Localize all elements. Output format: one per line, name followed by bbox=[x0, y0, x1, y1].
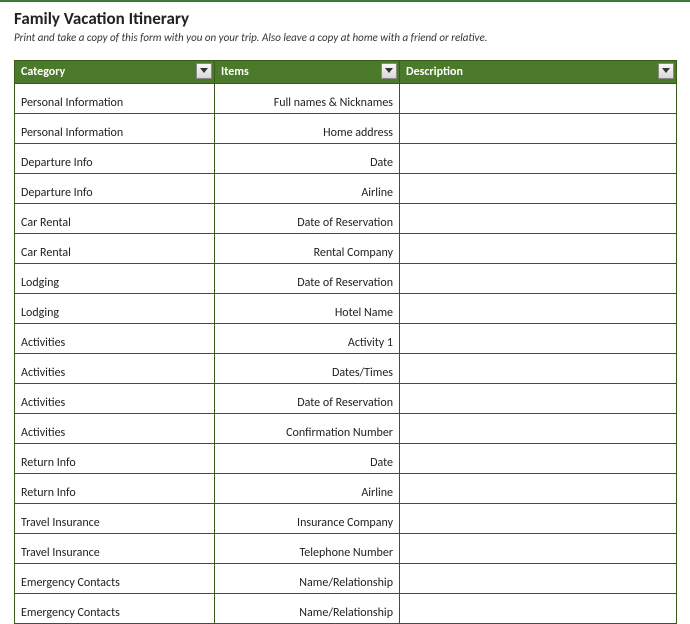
table-row: Car RentalDate of Reservation bbox=[15, 204, 677, 234]
header-description-label: Description bbox=[406, 65, 463, 79]
cell-description[interactable] bbox=[400, 144, 677, 174]
header-items: Items bbox=[215, 61, 400, 84]
cell-items[interactable]: Airline bbox=[215, 474, 400, 504]
cell-category[interactable]: Lodging bbox=[15, 264, 215, 294]
cell-description[interactable] bbox=[400, 204, 677, 234]
table-row: Car RentalRental Company bbox=[15, 234, 677, 264]
header-category: Category bbox=[15, 61, 215, 84]
document-container: Family Vacation Itinerary Print and take… bbox=[0, 2, 690, 624]
filter-button-category[interactable] bbox=[196, 63, 212, 79]
itinerary-table: Category Items Description bbox=[14, 60, 677, 624]
cell-items[interactable]: Date of Reservation bbox=[215, 264, 400, 294]
cell-description[interactable] bbox=[400, 564, 677, 594]
cell-items[interactable]: Date of Reservation bbox=[215, 204, 400, 234]
cell-items[interactable]: Activity 1 bbox=[215, 324, 400, 354]
table-row: ActivitiesDates/Times bbox=[15, 354, 677, 384]
cell-description[interactable] bbox=[400, 234, 677, 264]
table-row: Emergency ContactsName/Relationship bbox=[15, 564, 677, 594]
header-category-label: Category bbox=[21, 65, 65, 79]
cell-category[interactable]: Car Rental bbox=[15, 204, 215, 234]
table-row: Travel InsuranceInsurance Company bbox=[15, 504, 677, 534]
filter-button-items[interactable] bbox=[381, 63, 397, 79]
cell-items[interactable]: Confirmation Number bbox=[215, 414, 400, 444]
header-items-label: Items bbox=[221, 65, 249, 79]
cell-category[interactable]: Departure Info bbox=[15, 174, 215, 204]
cell-items[interactable]: Date bbox=[215, 444, 400, 474]
cell-items[interactable]: Dates/Times bbox=[215, 354, 400, 384]
chevron-down-icon bbox=[385, 68, 393, 74]
cell-items[interactable]: Rental Company bbox=[215, 234, 400, 264]
cell-description[interactable] bbox=[400, 84, 677, 114]
table-row: Departure InfoAirline bbox=[15, 174, 677, 204]
page-title: Family Vacation Itinerary bbox=[14, 8, 676, 29]
table-header-row: Category Items Description bbox=[15, 61, 677, 84]
table-row: ActivitiesConfirmation Number bbox=[15, 414, 677, 444]
cell-items[interactable]: Insurance Company bbox=[215, 504, 400, 534]
cell-description[interactable] bbox=[400, 594, 677, 624]
cell-category[interactable]: Travel Insurance bbox=[15, 534, 215, 564]
cell-items[interactable]: Full names & Nicknames bbox=[215, 84, 400, 114]
table-row: ActivitiesActivity 1 bbox=[15, 324, 677, 354]
cell-category[interactable]: Personal Information bbox=[15, 84, 215, 114]
cell-category[interactable]: Travel Insurance bbox=[15, 504, 215, 534]
cell-items[interactable]: Hotel Name bbox=[215, 294, 400, 324]
cell-category[interactable]: Emergency Contacts bbox=[15, 564, 215, 594]
chevron-down-icon bbox=[662, 68, 670, 74]
cell-category[interactable]: Activities bbox=[15, 414, 215, 444]
table-row: LodgingHotel Name bbox=[15, 294, 677, 324]
cell-description[interactable] bbox=[400, 444, 677, 474]
table-row: Return InfoAirline bbox=[15, 474, 677, 504]
cell-category[interactable]: Activities bbox=[15, 354, 215, 384]
cell-category[interactable]: Personal Information bbox=[15, 114, 215, 144]
cell-category[interactable]: Return Info bbox=[15, 474, 215, 504]
table-row: Personal InformationFull names & Nicknam… bbox=[15, 84, 677, 114]
page-subtitle: Print and take a copy of this form with … bbox=[14, 31, 676, 44]
cell-category[interactable]: Car Rental bbox=[15, 234, 215, 264]
table-row: Personal InformationHome address bbox=[15, 114, 677, 144]
cell-items[interactable]: Airline bbox=[215, 174, 400, 204]
cell-items[interactable]: Home address bbox=[215, 114, 400, 144]
table-row: Travel InsuranceTelephone Number bbox=[15, 534, 677, 564]
cell-items[interactable]: Date bbox=[215, 144, 400, 174]
cell-items[interactable]: Name/Relationship bbox=[215, 594, 400, 624]
cell-items[interactable]: Date of Reservation bbox=[215, 384, 400, 414]
table-row: ActivitiesDate of Reservation bbox=[15, 384, 677, 414]
cell-description[interactable] bbox=[400, 294, 677, 324]
cell-items[interactable]: Name/Relationship bbox=[215, 564, 400, 594]
cell-category[interactable]: Activities bbox=[15, 384, 215, 414]
cell-items[interactable]: Telephone Number bbox=[215, 534, 400, 564]
header-description: Description bbox=[400, 61, 677, 84]
cell-category[interactable]: Lodging bbox=[15, 294, 215, 324]
cell-description[interactable] bbox=[400, 174, 677, 204]
cell-description[interactable] bbox=[400, 534, 677, 564]
cell-category[interactable]: Activities bbox=[15, 324, 215, 354]
table-row: Return InfoDate bbox=[15, 444, 677, 474]
table-row: Departure InfoDate bbox=[15, 144, 677, 174]
cell-description[interactable] bbox=[400, 504, 677, 534]
cell-description[interactable] bbox=[400, 474, 677, 504]
table-body: Personal InformationFull names & Nicknam… bbox=[15, 84, 677, 624]
cell-description[interactable] bbox=[400, 384, 677, 414]
cell-description[interactable] bbox=[400, 414, 677, 444]
chevron-down-icon bbox=[200, 68, 208, 74]
filter-button-description[interactable] bbox=[658, 63, 674, 79]
cell-description[interactable] bbox=[400, 354, 677, 384]
cell-description[interactable] bbox=[400, 264, 677, 294]
cell-description[interactable] bbox=[400, 114, 677, 144]
cell-category[interactable]: Departure Info bbox=[15, 144, 215, 174]
cell-category[interactable]: Return Info bbox=[15, 444, 215, 474]
table-row: LodgingDate of Reservation bbox=[15, 264, 677, 294]
cell-description[interactable] bbox=[400, 324, 677, 354]
table-row: Emergency ContactsName/Relationship bbox=[15, 594, 677, 624]
cell-category[interactable]: Emergency Contacts bbox=[15, 594, 215, 624]
